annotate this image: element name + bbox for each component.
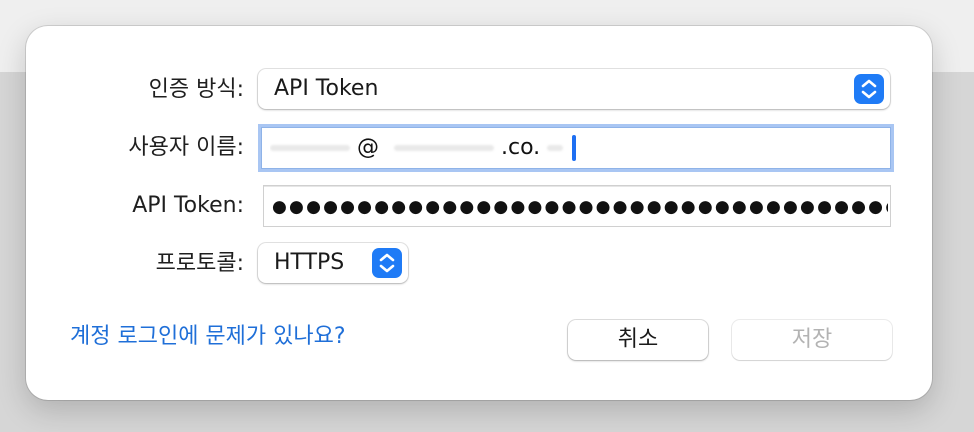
username-row: 사용자 이름: @ .co. <box>26 126 932 170</box>
api-token-field[interactable]: ●●●●●●●●●●●●●●●●●●●●●●●●●●●●●●●●●●●●●● <box>264 186 890 226</box>
cancel-button[interactable]: 취소 <box>568 320 708 360</box>
auth-method-label: 인증 방식: <box>148 77 244 102</box>
protocol-label: 프로토콜: <box>155 251 244 276</box>
text-cursor <box>572 135 577 161</box>
auth-method-stepper-icon <box>854 74 884 104</box>
protocol-value: HTTPS <box>274 250 345 275</box>
auth-method-row: 인증 방식: API Token <box>26 68 932 112</box>
protocol-row: 프로토콜: HTTPS <box>26 242 932 286</box>
username-domain-suffix: .co. <box>501 135 541 160</box>
auth-method-value: API Token <box>274 76 379 101</box>
save-button[interactable]: 저장 <box>732 320 892 360</box>
username-field[interactable]: @ .co. <box>262 128 890 168</box>
protocol-popup[interactable]: HTTPS <box>258 243 408 283</box>
account-sheet-dialog: 인증 방식: API Token 사용자 이름: @ .co. API Toke… <box>26 26 932 400</box>
username-label: 사용자 이름: <box>128 135 244 160</box>
redacted-text <box>270 145 350 151</box>
api-token-label: API Token: <box>132 193 244 218</box>
username-value: @ .co. <box>270 128 577 168</box>
auth-method-popup[interactable]: API Token <box>258 69 890 109</box>
redacted-text <box>394 145 494 151</box>
redacted-text <box>547 145 564 151</box>
login-help-link[interactable]: 계정 로그인에 문제가 있나요? <box>70 318 346 350</box>
protocol-stepper-icon <box>372 248 402 278</box>
api-token-row: API Token: ●●●●●●●●●●●●●●●●●●●●●●●●●●●●●… <box>26 184 932 228</box>
username-at-sign: @ <box>357 135 379 160</box>
api-token-masked-value: ●●●●●●●●●●●●●●●●●●●●●●●●●●●●●●●●●●●●●● <box>272 197 888 217</box>
